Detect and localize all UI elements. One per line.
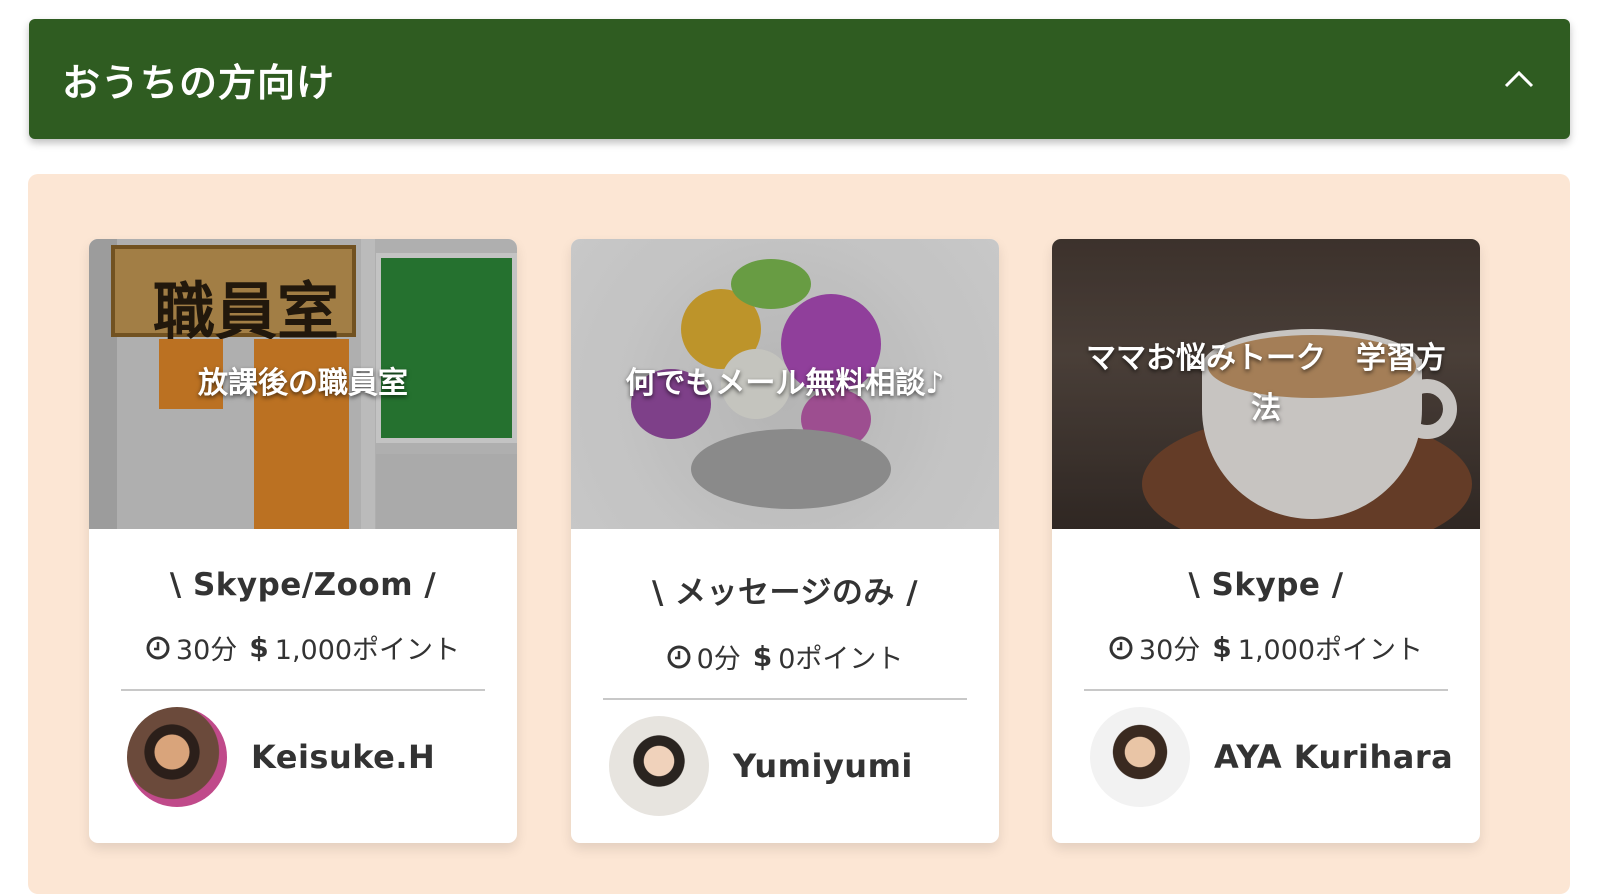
author[interactable]: AYA Kurihara [1052,707,1480,807]
section-header[interactable]: おうちの方向け [29,19,1570,139]
avatar [1090,707,1190,807]
author[interactable]: Keisuke.H [89,707,517,807]
card-title: ママお悩みトーク 学習方法 [1086,341,1446,426]
section-panel: 職員室 放課後の職員室 \ Skype/Zoom / 30分 $ 1,000ポイ… [28,174,1570,894]
card-title: 何でもメール無料相談♪ [625,366,945,401]
card-image: 何でもメール無料相談♪ [571,239,999,529]
avatar [127,707,227,807]
card-image: 職員室 放課後の職員室 [89,239,517,529]
price-value: 0ポイント [778,644,904,675]
price-value: 1,000ポイント [1237,635,1424,666]
section-title: おうちの方向け [62,60,336,105]
chevron-up-icon[interactable] [1501,61,1537,97]
consultation-card[interactable]: ママお悩みトーク 学習方法 \ Skype / 30分 $ 1,000ポイント … [1052,239,1480,843]
duration-value: 30分 [175,635,238,666]
card-image: ママお悩みトーク 学習方法 [1052,239,1480,529]
card-meta: 30分 $ 1,000ポイント [89,628,517,667]
divider [1084,689,1448,691]
dollar-icon: $ [1212,631,1232,664]
author[interactable]: Yumiyumi [571,716,999,816]
card-meta: 0分 $ 0ポイント [571,637,999,676]
author-name: AYA Kurihara [1214,738,1454,776]
card-format: \ Skype/Zoom / [169,567,437,603]
avatar [609,716,709,816]
duration-value: 30分 [1138,635,1201,666]
author-name: Keisuke.H [251,738,436,776]
consultation-card[interactable]: 職員室 放課後の職員室 \ Skype/Zoom / 30分 $ 1,000ポイ… [89,239,517,843]
dollar-icon: $ [249,631,269,664]
card-format: \ Skype / [1188,567,1344,603]
duration-value: 0分 [696,644,741,675]
price-value: 1,000ポイント [274,635,461,666]
clock-icon [146,636,170,660]
card-format: \ メッセージのみ / [651,575,919,611]
consultation-card[interactable]: 何でもメール無料相談♪ \ メッセージのみ / 0分 $ 0ポイント Yumiy… [571,239,999,843]
author-name: Yumiyumi [733,747,913,785]
divider [603,698,967,700]
card-title: 放課後の職員室 [198,366,408,401]
clock-icon [1109,636,1133,660]
clock-icon [667,645,691,669]
card-meta: 30分 $ 1,000ポイント [1052,628,1480,667]
dollar-icon: $ [752,640,773,673]
divider [121,689,485,691]
